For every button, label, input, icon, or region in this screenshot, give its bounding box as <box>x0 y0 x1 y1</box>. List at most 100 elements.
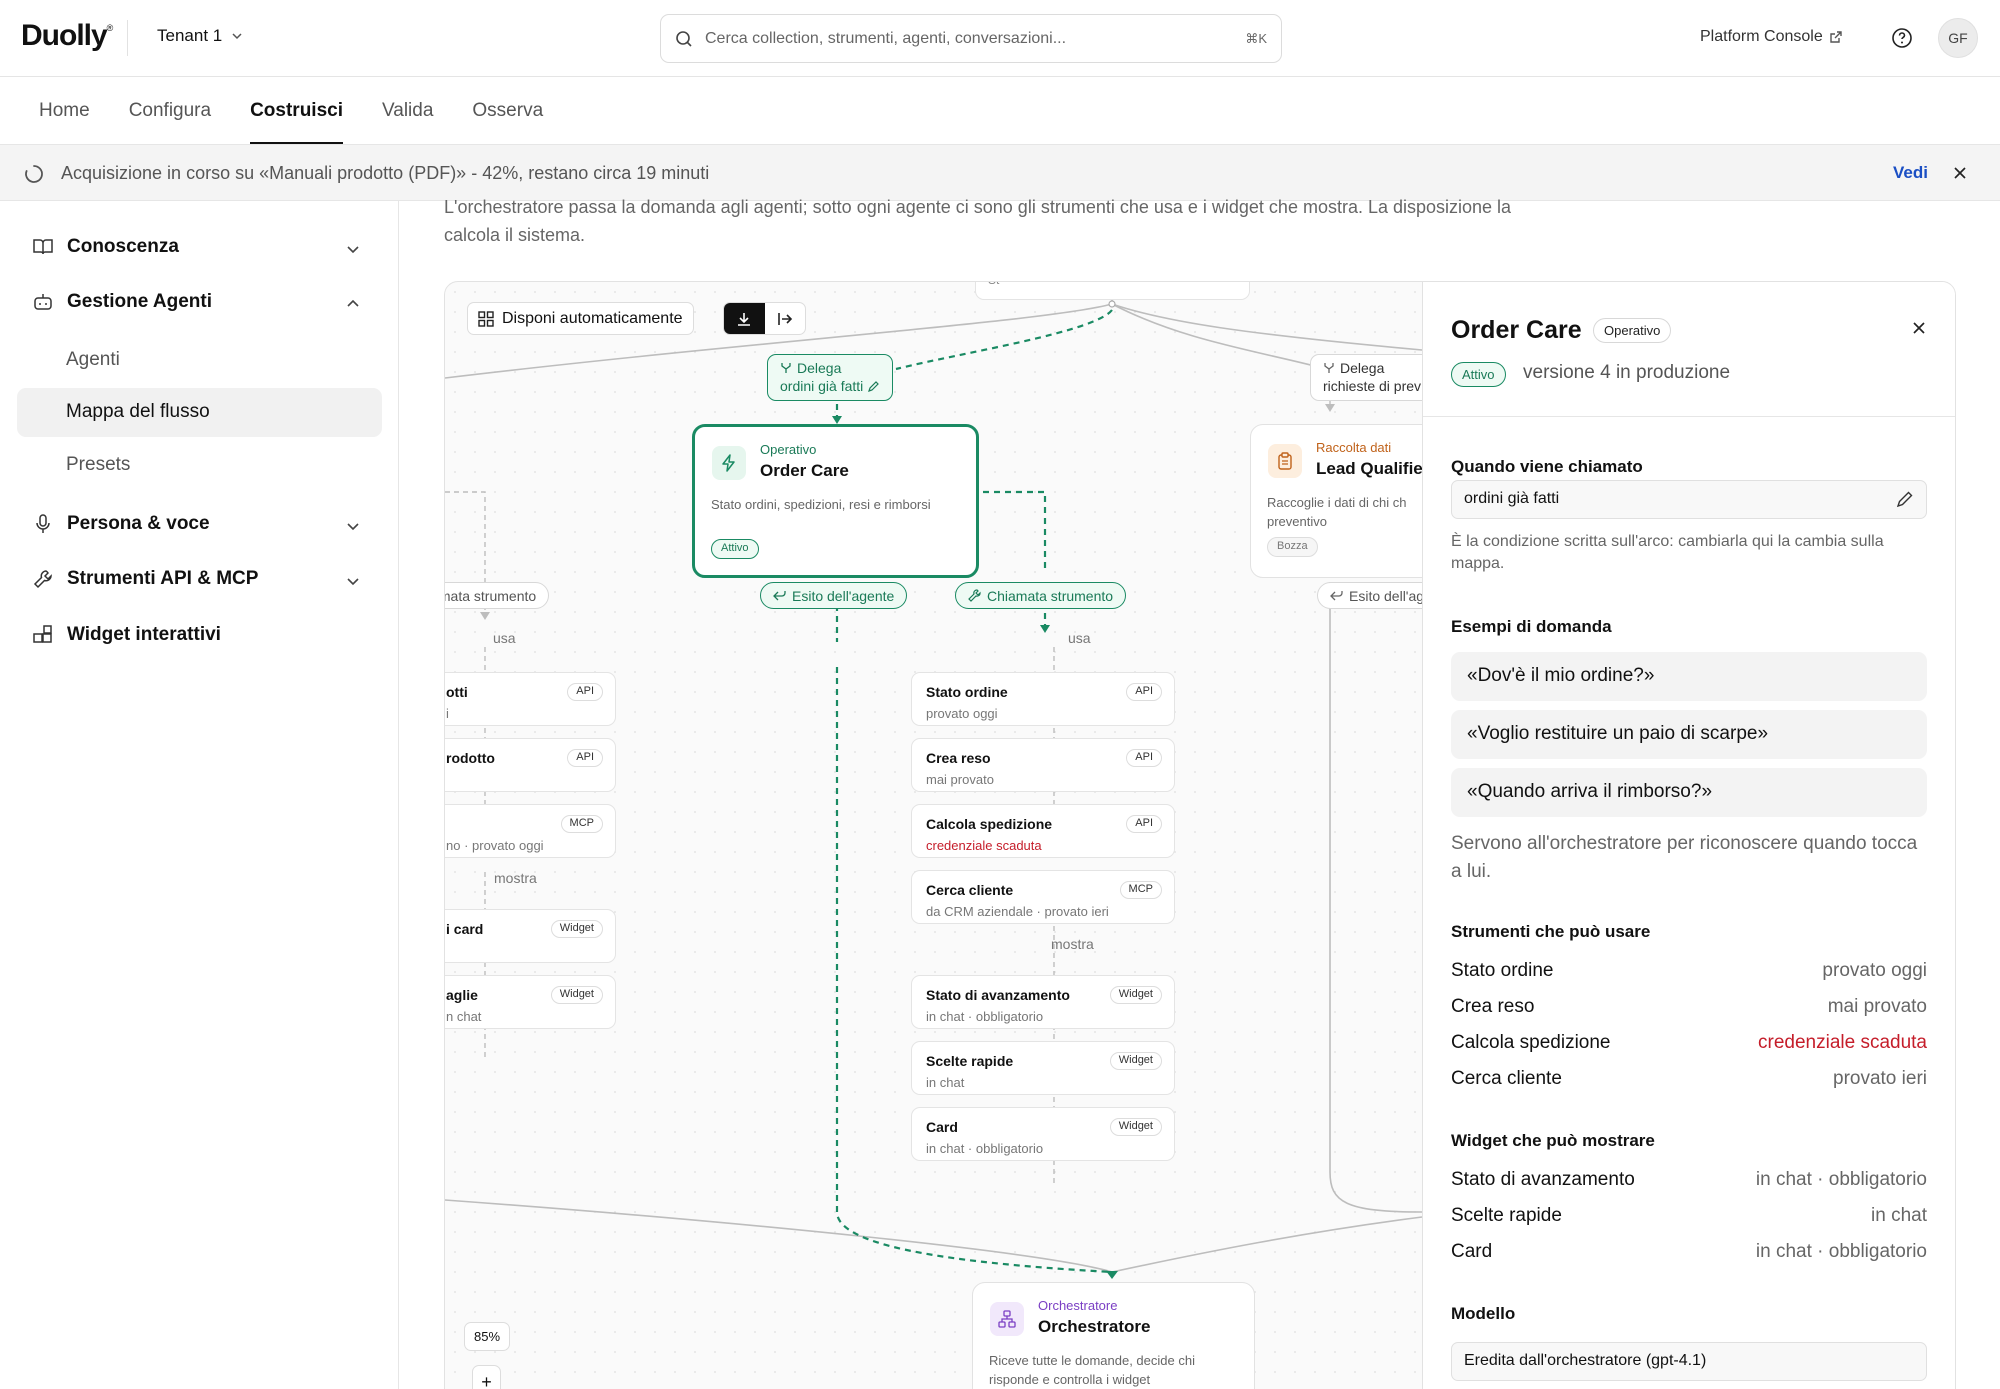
delegate-edge-label-order-care[interactable]: Delega ordini già fatti <box>767 354 894 401</box>
arrow-down-to-line-icon <box>738 312 751 326</box>
tool-node[interactable]: Calcola spedizione credenziale scaduta API <box>911 804 1175 858</box>
examples-help: Servono all'orchestratore per riconoscer… <box>1451 833 1918 882</box>
edge-label: Esito dell'ag <box>1349 587 1425 604</box>
top-bar: Duolly® Tenant 1 ⌘K Platform Console GF <box>0 0 2000 77</box>
search-input[interactable] <box>705 29 1246 48</box>
sidebar-subitem-agenti[interactable]: Agenti <box>66 349 120 371</box>
widget-node[interactable]: Card in chat · obbligatorio Widget <box>911 1107 1175 1161</box>
auto-layout-button[interactable]: Disponi automaticamente <box>467 302 694 335</box>
split-icon <box>1324 363 1334 373</box>
agent-description: Riceve tutte le domande, decide chi rispo… <box>989 1351 1195 1389</box>
tenant-label: Tenant 1 <box>157 26 223 45</box>
tool-row[interactable]: Calcola spedizione credenziale scaduta <box>1451 1032 1927 1054</box>
tool-node[interactable]: Stato ordine provato oggi API <box>911 672 1175 726</box>
flow-map-canvas[interactable]: St Disponi automaticamente Delega ordini… <box>444 281 1956 1389</box>
when-called-field[interactable]: ordini già fatti <box>1451 480 1927 519</box>
delegate-prefix: Delega <box>797 360 842 376</box>
widget-node[interactable]: Scelte rapide in chat Widget <box>911 1041 1175 1095</box>
zoom-in-button[interactable]: + <box>473 1366 500 1389</box>
layout-horizontal-button[interactable] <box>765 303 806 334</box>
tool-node[interactable]: Cerca cliente da CRM aziendale · provato … <box>911 870 1175 924</box>
layout-vertical-button[interactable] <box>724 303 765 334</box>
sidebar-item-gestione-agenti[interactable]: Gestione Agenti <box>32 291 212 313</box>
delegate-prefix: Delega <box>1340 360 1385 376</box>
agent-result-edge-label[interactable]: Esito dell'agente <box>760 582 908 609</box>
tool-node[interactable]: Crea reso mai provato API <box>911 738 1175 792</box>
wrench-icon <box>32 568 54 590</box>
agent-node-lead-qualifier[interactable]: Raccolta dati Lead Qualifier Raccoglie i… <box>1250 424 1440 578</box>
tool-status: i <box>446 706 449 721</box>
pencil-icon[interactable] <box>1896 490 1914 508</box>
sidebar-item-persona-voce[interactable]: Persona & voce <box>32 513 210 535</box>
tool-row[interactable]: Stato ordine provato oggi <box>1451 960 1927 982</box>
sidebar-subitem-mappa-del-flusso[interactable]: Mappa del flusso <box>66 401 210 423</box>
widget-row[interactable]: Scelte rapide in chat <box>1451 1205 1927 1227</box>
delegate-edge-label-lead[interactable]: Delega richieste di prev <box>1310 354 1435 401</box>
widget-node-left[interactable]: aglie n chat Widget <box>445 975 616 1029</box>
delegate-condition: ordini già fatti <box>780 378 864 394</box>
widget-name: i card <box>446 921 484 937</box>
tool-node-left[interactable]: no · provato oggi MCP <box>445 804 616 858</box>
global-search[interactable]: ⌘K <box>660 14 1282 63</box>
example-question[interactable]: «Dov'è il mio ordine?» <box>1451 652 1927 701</box>
when-called-label: Quando viene chiamato <box>1451 457 1643 476</box>
widget-node[interactable]: Stato di avanzamento in chat · obbligator… <box>911 975 1175 1029</box>
close-icon[interactable] <box>1951 164 1969 182</box>
tab-valida[interactable]: Valida <box>382 78 433 144</box>
agent-result-edge-label-right[interactable]: Esito dell'ag <box>1317 582 1438 609</box>
platform-console-link[interactable]: Platform Console <box>1700 28 1843 46</box>
agent-kind: Orchestratore <box>1038 1298 1118 1313</box>
widget-type-badge: Widget <box>1109 986 1162 1004</box>
sidebar-item-widget-interattivi[interactable]: Widget interattivi <box>32 624 221 646</box>
tool-node-left[interactable]: rodotto API <box>445 738 616 792</box>
bot-icon <box>32 291 54 313</box>
model-select[interactable]: Eredita dall'orchestratore (gpt-4.1) <box>1451 1342 1927 1381</box>
top-node-fragment[interactable]: St <box>975 282 1250 300</box>
help-button[interactable] <box>1891 27 1913 54</box>
tool-call-edge-label-left[interactable]: iamata strumento <box>445 582 550 609</box>
sidebar-item-conoscenza[interactable]: Conoscenza <box>32 236 179 258</box>
widget-row[interactable]: Card in chat · obbligatorio <box>1451 1241 1927 1263</box>
widget-node-left[interactable]: i card Widget <box>445 909 616 963</box>
tool-node-left[interactable]: otti i API <box>445 672 616 726</box>
widget-name: Scelte rapide <box>926 1053 1014 1069</box>
tab-osserva[interactable]: Osserva <box>472 78 543 144</box>
chevron-down-icon[interactable] <box>345 573 361 589</box>
tool-row[interactable]: Crea reso mai provato <box>1451 996 1927 1018</box>
book-icon <box>32 236 54 258</box>
example-question[interactable]: «Quando arriva il rimborso?» <box>1451 768 1927 817</box>
banner-view-link[interactable]: Vedi <box>1893 163 1928 183</box>
chevron-down-icon[interactable] <box>345 241 361 257</box>
chevron-down-icon[interactable] <box>345 518 361 534</box>
pencil-icon[interactable] <box>868 380 880 392</box>
tool-row-status: mai provato <box>1827 996 1927 1017</box>
example-question[interactable]: «Voglio restituire un paio di scarpe» <box>1451 710 1927 759</box>
microphone-icon <box>32 513 54 535</box>
orchestrator-node[interactable]: Orchestratore Orchestratore Riceve tutte… <box>972 1282 1255 1389</box>
tool-status: credenziale scaduta <box>926 838 1042 853</box>
tab-home[interactable]: Home <box>39 78 90 144</box>
hierarchy-icon <box>990 1302 1024 1336</box>
tool-call-edge-label[interactable]: Chiamata strumento <box>955 582 1127 609</box>
sidebar-label: Gestione Agenti <box>67 291 212 312</box>
widgets-icon <box>32 624 54 646</box>
tenant-selector[interactable]: Tenant 1 <box>157 26 244 46</box>
tool-name: rodotto <box>446 750 495 766</box>
sidebar-subitem-presets[interactable]: Presets <box>66 454 130 476</box>
widgets-label: Widget che può mostrare <box>1451 1131 1655 1150</box>
widget-row[interactable]: Stato di avanzamento in chat · obbligator… <box>1451 1169 1927 1191</box>
logo[interactable]: Duolly® <box>21 19 113 53</box>
avatar[interactable]: GF <box>1938 18 1978 58</box>
banner-text: Acquisizione in corso su «Manuali prodot… <box>61 163 710 183</box>
chevron-up-icon[interactable] <box>345 296 361 312</box>
sidebar-item-strumenti-api-mcp[interactable]: Strumenti API & MCP <box>32 568 258 590</box>
sidebar-label: Strumenti API & MCP <box>67 568 259 589</box>
header-divider <box>127 20 128 56</box>
close-icon[interactable] <box>1911 320 1927 336</box>
tool-type-badge: API <box>1126 749 1162 767</box>
agent-node-order-care[interactable]: Operativo Order Care Stato ordini, spedi… <box>692 424 979 578</box>
tool-row[interactable]: Cerca cliente provato ieri <box>1451 1068 1927 1090</box>
tab-configura[interactable]: Configura <box>129 78 211 144</box>
tab-costruisci[interactable]: Costruisci <box>250 78 343 144</box>
agent-name: Orchestratore <box>1038 1317 1151 1336</box>
